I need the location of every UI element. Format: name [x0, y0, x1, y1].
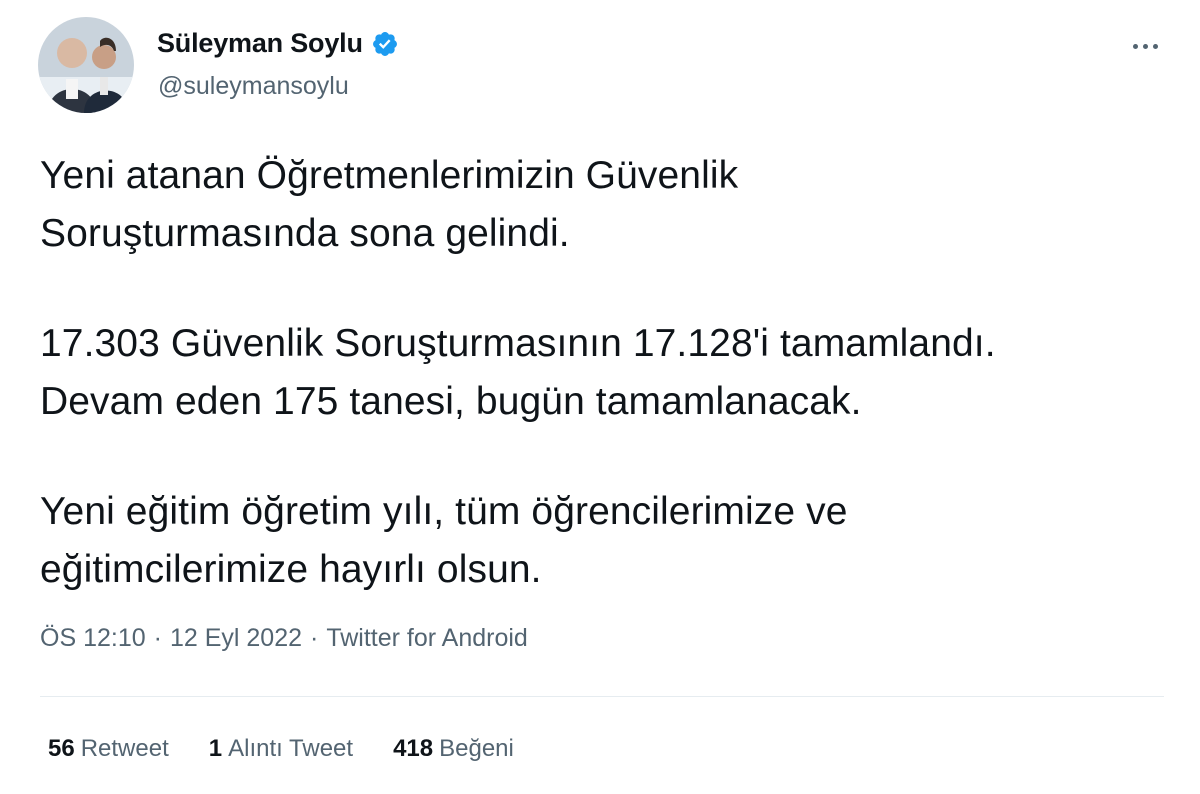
tweet-text-line: Yeni atanan Öğretmenlerimizin Güvenlik	[40, 154, 739, 197]
verified-badge-icon	[372, 31, 397, 56]
tweet-text-line: Devam eden 175 tanesi, bugün tamamlanaca…	[40, 380, 862, 423]
tweet-text-line: Soruşturmasında sona gelindi.	[40, 212, 570, 255]
tweet-paragraph: Yeni eğitim öğretim yılı, tüm öğrenciler…	[40, 483, 1170, 599]
author-name-row[interactable]: Süleyman Soylu	[157, 28, 399, 59]
display-name[interactable]: Süleyman Soylu	[157, 28, 363, 59]
more-dot-icon	[1142, 43, 1148, 49]
tweet-paragraph: Yeni atanan Öğretmenlerimizin Güvenlik S…	[40, 147, 1170, 263]
tweet-card: Süleyman Soylu @suleymansoylu Yeni atana…	[0, 0, 1200, 794]
tweet-meta: ÖS 12:10 · 12 Eyl 2022 · Twitter for And…	[40, 624, 528, 653]
tweet-stats: 56 Retweet 1 Alıntı Tweet 418 Beğeni	[48, 735, 514, 763]
meta-separator: ·	[310, 624, 319, 652]
retweet-label: Retweet	[80, 735, 169, 762]
tweet-date[interactable]: 12 Eyl 2022	[170, 624, 302, 653]
quote-label: Alıntı Tweet	[228, 735, 354, 762]
tweet-paragraph: 17.303 Güvenlik Soruşturmasının 17.128'i…	[40, 315, 1170, 431]
tweet-text-line: eğitimcilerimize hayırlı olsun.	[40, 548, 542, 591]
author-handle[interactable]: @suleymansoylu	[158, 72, 349, 101]
quote-count: 1	[208, 735, 223, 762]
tweet-text-line: 17.303 Güvenlik Soruşturmasının 17.128'i…	[40, 322, 996, 365]
quote-count-link[interactable]: 1 Alıntı Tweet	[209, 735, 353, 763]
meta-separator: ·	[153, 624, 162, 652]
more-dot-icon	[1152, 43, 1158, 49]
tweet-text-line: Yeni eğitim öğretim yılı, tüm öğrenciler…	[40, 490, 848, 533]
retweet-count: 56	[48, 735, 75, 762]
tweet-time[interactable]: ÖS 12:10	[40, 624, 146, 653]
tweet-source[interactable]: Twitter for Android	[326, 624, 527, 653]
avatar-photo-icon	[38, 17, 134, 113]
divider	[40, 696, 1164, 697]
like-count: 418	[393, 735, 434, 762]
retweet-count-link[interactable]: 56 Retweet	[48, 735, 169, 763]
more-options-button[interactable]	[1120, 28, 1170, 64]
more-dot-icon	[1132, 43, 1138, 49]
like-label: Beğeni	[439, 735, 514, 762]
avatar[interactable]	[38, 17, 134, 113]
like-count-link[interactable]: 418 Beğeni	[393, 735, 514, 763]
